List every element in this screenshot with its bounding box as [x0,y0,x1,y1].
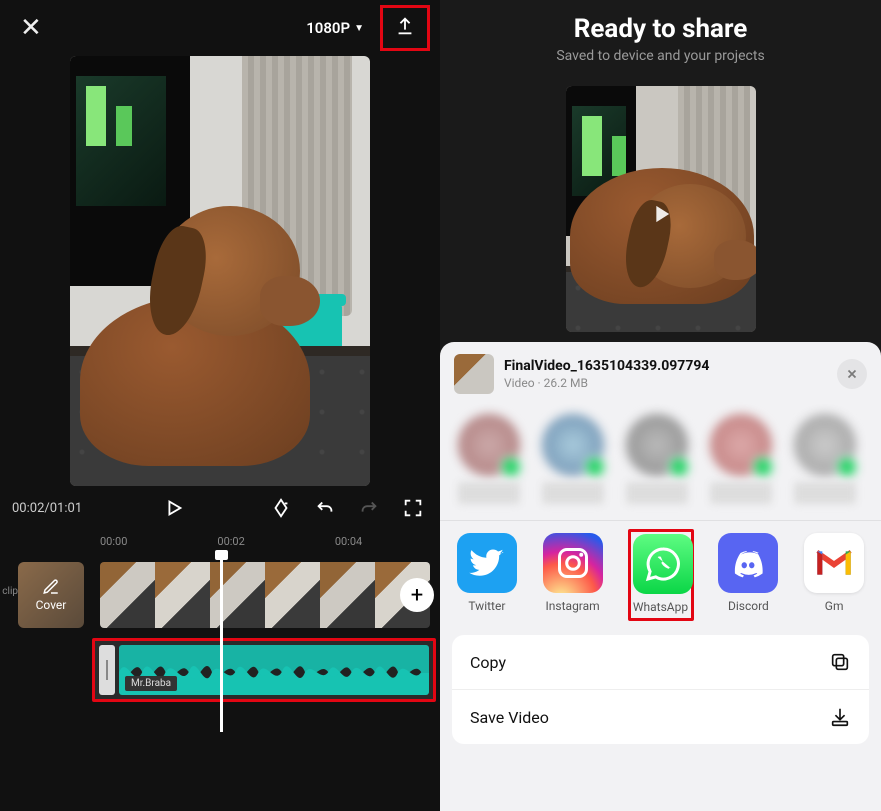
discord-icon [718,533,778,593]
close-icon [845,367,859,381]
save-video-action[interactable]: Save Video [452,689,869,744]
audio-name-label: Mr.Braba [125,676,177,691]
ruler-tick: 00:00 [100,535,127,548]
file-thumb [454,354,494,394]
cover-button[interactable]: Cover [18,562,84,628]
share-app-twitter[interactable]: Twitter [456,533,518,613]
file-meta: Video · 26.2 MB [504,376,827,390]
upload-icon [394,15,416,41]
plus-icon: + [411,583,423,608]
contact-item[interactable] [794,414,856,504]
contact-item[interactable] [542,414,604,504]
result-video-thumb[interactable] [566,86,756,332]
cover-label: Cover [36,598,67,612]
app-label: Instagram [542,599,604,613]
contact-suggestions [440,406,881,520]
file-name: FinalVideo_1635104339.097794 [504,358,827,374]
whatsapp-badge-icon [752,456,774,478]
share-app-instagram[interactable]: Instagram [542,533,604,613]
resolution-dropdown[interactable]: 1080P ▼ [298,13,372,43]
avatar [458,414,520,476]
video-clip[interactable] [100,562,430,628]
share-app-whatsapp[interactable]: WhatsApp [628,529,694,621]
audio-waveform[interactable]: Mr.Braba [119,645,429,695]
whatsapp-badge-icon [584,456,606,478]
timeline-ruler: 00:00 00:02 00:04 [0,530,440,552]
share-title: Ready to share [450,14,871,44]
add-clip-button[interactable]: + [400,578,434,612]
undo-icon[interactable] [310,493,340,523]
redo-icon [354,493,384,523]
share-apps-row: Twitter Instagram WhatsApp Discord [440,533,881,635]
share-screen: Ready to share Saved to device and your … [440,0,881,811]
close-icon[interactable]: ✕ [10,7,52,49]
fullscreen-icon[interactable] [398,493,428,523]
download-icon [829,706,851,728]
app-label: Twitter [456,599,518,613]
whatsapp-badge-icon [500,456,522,478]
twitter-icon [457,533,517,593]
app-label: WhatsApp [633,600,689,614]
avatar [542,414,604,476]
copy-action[interactable]: Copy [452,635,869,689]
contact-item[interactable] [626,414,688,504]
gmail-icon [804,533,864,593]
share-app-gmail[interactable]: Gm [803,533,865,613]
share-app-discord[interactable]: Discord [718,533,780,613]
action-label: Save Video [470,708,549,727]
clip-source-label: clip [0,586,18,597]
instagram-icon [543,533,603,593]
audio-trim-handle[interactable] [99,645,115,695]
contact-item[interactable] [458,414,520,504]
ruler-tick: 00:02 [217,535,244,548]
export-button[interactable] [380,5,430,51]
share-sheet: FinalVideo_1635104339.097794 Video · 26.… [440,342,881,811]
contact-item[interactable] [710,414,772,504]
avatar [794,414,856,476]
playback-controls: 00:02/01:01 [0,486,440,530]
close-sheet-button[interactable] [837,359,867,389]
resolution-label: 1080P [306,19,350,37]
whatsapp-badge-icon [836,456,858,478]
video-preview[interactable] [70,56,370,486]
share-header: Ready to share Saved to device and your … [440,0,881,70]
app-label: Gm [803,599,865,613]
whatsapp-badge-icon [668,456,690,478]
ruler-tick: 00:04 [335,535,362,548]
avatar [710,414,772,476]
action-label: Copy [470,653,506,672]
whatsapp-icon [633,534,693,594]
time-display: 00:02/01:01 [12,501,82,516]
avatar [626,414,688,476]
playhead[interactable] [220,552,223,732]
play-button[interactable] [159,493,189,523]
keyframe-icon[interactable] [266,493,296,523]
play-icon [647,200,675,228]
timeline[interactable]: clip Cover + Mr.Braba [0,552,440,732]
file-info-row: FinalVideo_1635104339.097794 Video · 26.… [440,342,881,406]
app-label: Discord [718,599,780,613]
editor-screen: ✕ 1080P ▼ 00:02/01:01 [0,0,440,811]
audio-track[interactable]: Mr.Braba [92,638,436,702]
copy-icon [829,651,851,673]
share-subtitle: Saved to device and your projects [450,48,871,64]
top-bar: ✕ 1080P ▼ [0,0,440,56]
chevron-down-icon: ▼ [354,23,364,34]
action-list: Copy Save Video [452,635,869,744]
